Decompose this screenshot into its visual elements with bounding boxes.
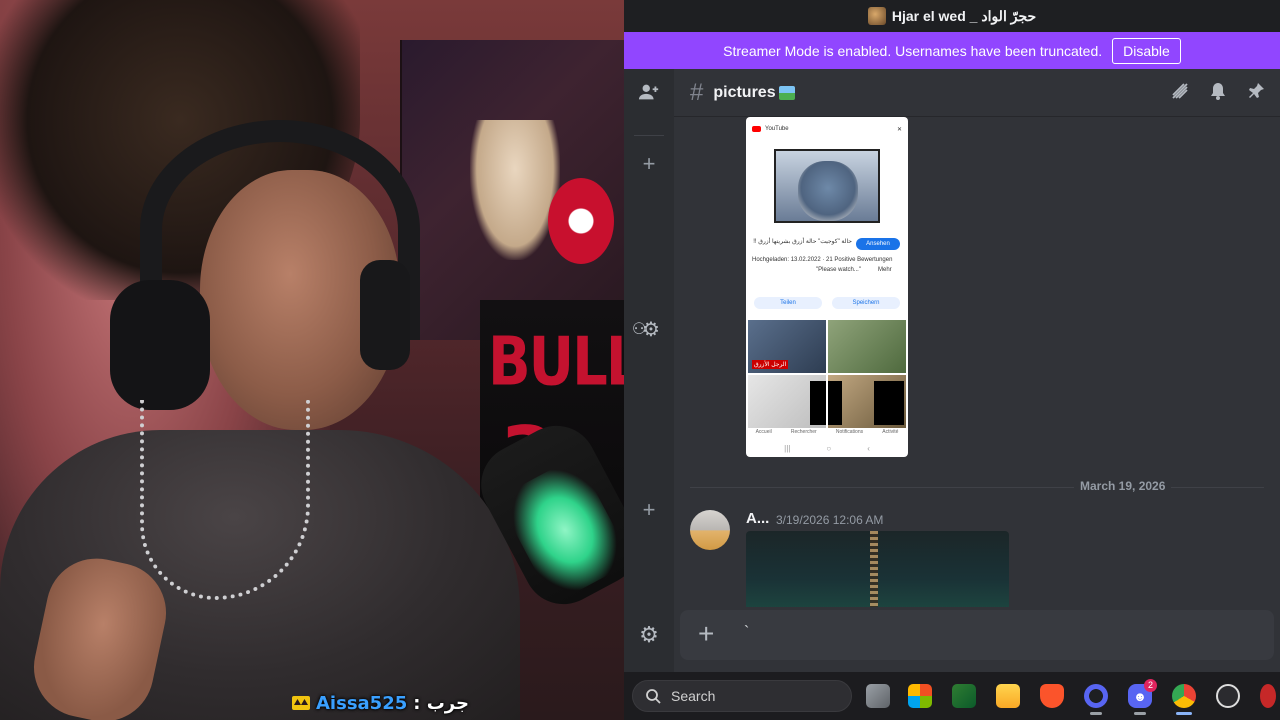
channel-header: # pictures <box>674 69 1280 117</box>
screenshot-desc: "Please watch..." <box>816 267 861 273</box>
gear-icon[interactable]: ⚙ <box>636 317 666 342</box>
necklace-chain <box>140 400 310 600</box>
widgets-icon[interactable] <box>908 684 932 708</box>
result-tile <box>828 320 906 373</box>
rail-divider <box>634 135 664 136</box>
add-friend-icon[interactable] <box>634 81 664 109</box>
chat-username: Aissa525 <box>316 692 408 714</box>
close-icon: ✕ <box>896 126 902 133</box>
stream-chat-overlay: Aissa525 جرب : <box>292 690 469 716</box>
message-author[interactable]: A... <box>746 510 769 527</box>
discord-window: Hjar el wed _ حجرّ الواد Streamer Mode i… <box>624 0 1280 672</box>
streamer-mode-bar: Streamer Mode is enabled. Usernames have… <box>624 32 1280 69</box>
user-settings-gear-icon[interactable]: ⚙ <box>624 610 674 660</box>
message-timestamp: 3/19/2026 12:06 AM <box>776 513 884 527</box>
screenshot-title: حالة "كوجيت" حالة أزرق بشريتها أزرق !! <box>753 239 852 245</box>
discord-icon[interactable]: ☻ 2 <box>1128 679 1157 715</box>
taskbar-search[interactable]: Search <box>632 680 852 712</box>
crown-icon <box>292 696 310 710</box>
screenshot-view-button: Ansehen <box>856 238 900 250</box>
discord-logo-glyph: ☻ <box>1133 688 1147 704</box>
window-title: Hjar el wed _ حجرّ الواد <box>891 7 1037 24</box>
pin-icon[interactable] <box>1246 81 1266 107</box>
date-divider-line <box>690 487 1264 488</box>
screenshot-share: Teilen <box>754 297 822 309</box>
search-icon <box>646 689 661 704</box>
teddy-bear-poster <box>470 120 560 260</box>
hash-icon: # <box>690 78 704 106</box>
screenshot-thumbnail <box>774 149 880 223</box>
screenshot-more: Mehr <box>878 267 892 273</box>
home-icon: ○ <box>826 443 832 453</box>
window-title-bar: Hjar el wed _ حجرّ الواد <box>624 0 1280 32</box>
server-icon <box>867 7 886 25</box>
header-icons <box>1170 81 1266 107</box>
screenshot-save: Speichern <box>832 297 900 309</box>
taskbar: Search ☻ 2 <box>624 672 1280 720</box>
result-tile: الرجل الأزرق <box>748 320 826 373</box>
webcam-feed: BULLS 3 Aissa525 جرب : <box>0 0 624 720</box>
screenshot-system-bar: ||| ○ ‹ <box>746 439 908 457</box>
file-explorer-icon[interactable] <box>996 684 1020 708</box>
screenshot-results-grid: الرجل الأزرق <box>748 320 906 428</box>
thumbnail-face <box>798 161 858 221</box>
jersey-text: BULLS <box>488 323 624 402</box>
add-icon-2[interactable]: + <box>634 497 664 523</box>
youtube-icon <box>752 126 761 132</box>
screenshot-nav-item: Activité <box>882 429 899 435</box>
screenshot-app-label: YouTube <box>765 126 789 132</box>
chat-message: جرب : <box>413 692 469 714</box>
screenshot-nav-item: Rechercher <box>790 429 817 435</box>
streamer-mode-notice: Streamer Mode is enabled. Usernames have… <box>723 42 1103 59</box>
chrome-icon[interactable] <box>1172 684 1196 715</box>
app-icon[interactable] <box>1084 684 1108 715</box>
recents-icon: ||| <box>784 443 791 453</box>
store-icon[interactable] <box>952 684 976 708</box>
brave-browser-icon[interactable] <box>1040 684 1064 708</box>
back-icon: ‹ <box>867 443 870 453</box>
picture-emoji-icon <box>778 85 795 100</box>
obs-icon[interactable] <box>1216 684 1240 708</box>
search-placeholder: Search <box>671 688 716 704</box>
tunisia-flag <box>548 178 614 264</box>
tile-caption: الرجل الأزرق <box>752 360 789 369</box>
screenshot-meta: Hochgeladen: 13.02.2022 · 21 Positive Be… <box>752 257 893 263</box>
message-composer[interactable]: + ` <box>680 610 1274 660</box>
attachment-screenshot[interactable]: YouTube ✕ حالة "كوجيت" حالة أزرق بشريتها… <box>746 117 908 457</box>
avatar[interactable] <box>690 510 730 550</box>
add-icon[interactable]: + <box>634 151 664 177</box>
message-list: YouTube ✕ حالة "كوجيت" حالة أزرق بشريتها… <box>674 117 1280 607</box>
screen: BULLS 3 Aissa525 جرب : Hjar el wed _ حجر… <box>0 0 1280 720</box>
screenshot-nav-item: Accueil <box>755 429 772 435</box>
screenshot-header: YouTube ✕ <box>746 117 908 141</box>
threads-icon[interactable] <box>1170 81 1190 107</box>
channel-name: pictures <box>713 83 776 101</box>
image-beam <box>870 531 878 607</box>
left-rail: + ⚇ ⚙ + <box>624 69 674 672</box>
attachment-image[interactable] <box>746 531 1009 607</box>
attach-plus-icon[interactable]: + <box>698 620 714 648</box>
task-view-icon[interactable] <box>866 684 890 708</box>
headphone-cup-left <box>110 280 210 410</box>
disable-streamer-mode-button[interactable]: Disable <box>1112 37 1181 64</box>
screenshot-nav-bar: Accueil Rechercher Notifications Activit… <box>746 413 908 437</box>
notification-badge: 2 <box>1144 679 1157 692</box>
composer-input[interactable]: ` <box>744 624 749 642</box>
bell-icon[interactable] <box>1208 81 1228 107</box>
tray-icon[interactable] <box>1260 684 1276 708</box>
date-divider: March 19, 2026 <box>1074 479 1172 493</box>
headphone-cup-right <box>360 260 410 370</box>
screenshot-nav-item: Notifications <box>835 429 864 435</box>
